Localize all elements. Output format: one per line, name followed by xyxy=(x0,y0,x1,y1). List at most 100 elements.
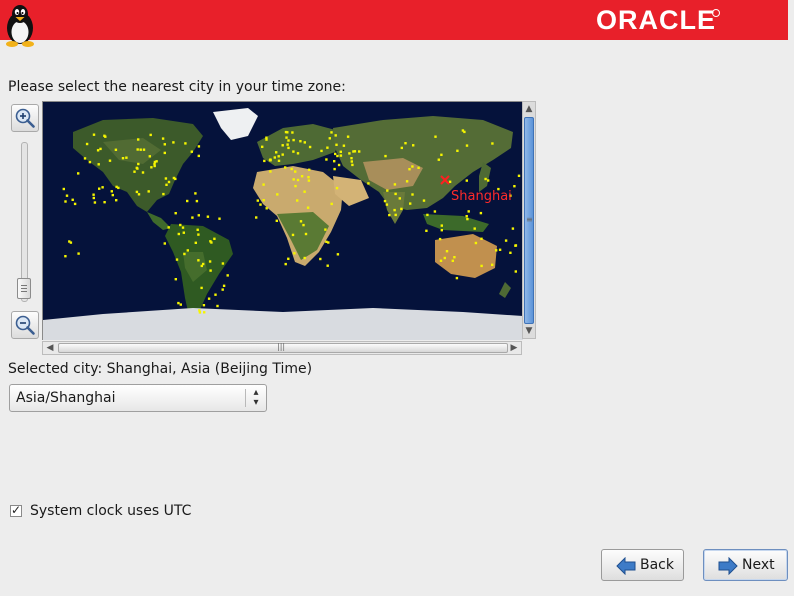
city-dot[interactable] xyxy=(284,166,287,169)
city-dot[interactable] xyxy=(367,182,370,185)
city-dot[interactable] xyxy=(417,166,420,169)
city-dot[interactable] xyxy=(197,145,201,148)
back-button[interactable]: Back xyxy=(601,549,684,581)
city-dot[interactable] xyxy=(307,179,311,182)
city-dot[interactable] xyxy=(149,133,152,137)
city-dot[interactable] xyxy=(308,168,311,171)
city-dot[interactable] xyxy=(292,178,295,181)
city-dot[interactable] xyxy=(121,157,125,160)
city-dot[interactable] xyxy=(385,203,389,206)
zoom-slider-handle[interactable] xyxy=(17,278,31,299)
city-dot[interactable] xyxy=(303,256,306,260)
city-dot[interactable] xyxy=(294,184,297,188)
city-dot[interactable] xyxy=(306,206,310,209)
city-dot[interactable] xyxy=(64,200,67,203)
city-dot[interactable] xyxy=(293,252,296,255)
city-dot[interactable] xyxy=(208,260,212,263)
city-dot[interactable] xyxy=(195,199,199,203)
city-dot[interactable] xyxy=(163,151,166,155)
city-dot[interactable] xyxy=(303,141,306,144)
city-dot[interactable] xyxy=(479,211,483,215)
city-dot[interactable] xyxy=(210,241,213,244)
city-dot[interactable] xyxy=(440,229,443,232)
city-dot[interactable] xyxy=(327,241,330,244)
city-dot[interactable] xyxy=(287,257,290,260)
city-dot[interactable] xyxy=(181,226,185,229)
city-dot[interactable] xyxy=(411,165,414,168)
city-dot[interactable] xyxy=(394,192,397,196)
city-dot[interactable] xyxy=(491,263,494,266)
zoom-in-button[interactable] xyxy=(11,104,39,132)
city-dot[interactable] xyxy=(324,228,327,231)
city-dot[interactable] xyxy=(277,159,281,162)
city-dot[interactable] xyxy=(153,164,156,168)
city-dot[interactable] xyxy=(308,145,312,149)
city-dot[interactable] xyxy=(409,202,412,205)
utc-checkbox[interactable]: ✓ xyxy=(10,503,22,517)
city-dot[interactable] xyxy=(456,149,459,152)
city-dot[interactable] xyxy=(291,131,294,134)
city-dot[interactable] xyxy=(453,256,456,259)
city-dot[interactable] xyxy=(186,249,189,252)
city-dot[interactable] xyxy=(299,220,303,223)
city-dot[interactable] xyxy=(196,228,199,231)
city-dot[interactable] xyxy=(163,143,166,146)
city-dot[interactable] xyxy=(300,175,304,178)
city-dot[interactable] xyxy=(491,142,494,145)
map-horizontal-scrollbar[interactable]: ◀ ||| ▶ xyxy=(42,341,522,355)
city-dot[interactable] xyxy=(333,167,336,171)
city-dot[interactable] xyxy=(139,148,142,151)
city-dot[interactable] xyxy=(65,194,69,197)
city-dot[interactable] xyxy=(292,138,295,142)
city-dot[interactable] xyxy=(261,145,264,148)
city-dot[interactable] xyxy=(487,179,490,182)
city-dot[interactable] xyxy=(83,157,87,160)
city-dot[interactable] xyxy=(155,160,158,163)
city-dot[interactable] xyxy=(172,141,175,144)
city-dot[interactable] xyxy=(291,233,295,237)
city-dot[interactable] xyxy=(307,176,310,179)
city-dot[interactable] xyxy=(190,150,193,153)
city-dot[interactable] xyxy=(202,304,206,307)
city-dot[interactable] xyxy=(262,183,265,186)
city-dot[interactable] xyxy=(92,196,95,200)
city-dot[interactable] xyxy=(184,142,187,145)
city-dot[interactable] xyxy=(179,303,182,306)
city-dot[interactable] xyxy=(408,168,411,171)
city-dot[interactable] xyxy=(292,150,295,153)
city-dot[interactable] xyxy=(281,153,284,156)
city-dot[interactable] xyxy=(174,212,177,215)
city-dot[interactable] xyxy=(194,192,197,195)
city-dot[interactable] xyxy=(286,143,289,146)
city-dot[interactable] xyxy=(191,216,194,219)
city-dot[interactable] xyxy=(222,284,226,287)
city-dot[interactable] xyxy=(358,150,361,153)
city-dot[interactable] xyxy=(294,170,297,173)
city-dot[interactable] xyxy=(412,144,415,147)
city-dot[interactable] xyxy=(92,133,96,136)
city-dot[interactable] xyxy=(350,160,353,163)
city-dot[interactable] xyxy=(422,199,426,202)
city-dot[interactable] xyxy=(405,180,409,183)
city-dot[interactable] xyxy=(148,155,151,158)
city-dot[interactable] xyxy=(150,166,153,169)
city-dot[interactable] xyxy=(114,148,118,151)
city-dot[interactable] xyxy=(465,215,468,218)
city-dot[interactable] xyxy=(339,154,343,157)
city-dot[interactable] xyxy=(198,311,202,314)
city-dot[interactable] xyxy=(179,223,182,227)
city-dot[interactable] xyxy=(513,185,516,188)
city-dot[interactable] xyxy=(275,219,278,222)
city-dot[interactable] xyxy=(304,232,308,236)
city-dot[interactable] xyxy=(197,214,200,217)
city-dot[interactable] xyxy=(136,148,139,151)
city-dot[interactable] xyxy=(142,148,146,151)
city-dot[interactable] xyxy=(463,130,466,134)
city-dot[interactable] xyxy=(498,248,502,251)
city-dot[interactable] xyxy=(330,202,333,206)
city-dot[interactable] xyxy=(197,233,200,236)
city-dot[interactable] xyxy=(433,210,437,213)
city-dot[interactable] xyxy=(336,253,340,256)
city-dot[interactable] xyxy=(263,159,266,163)
city-dot[interactable] xyxy=(276,193,279,196)
